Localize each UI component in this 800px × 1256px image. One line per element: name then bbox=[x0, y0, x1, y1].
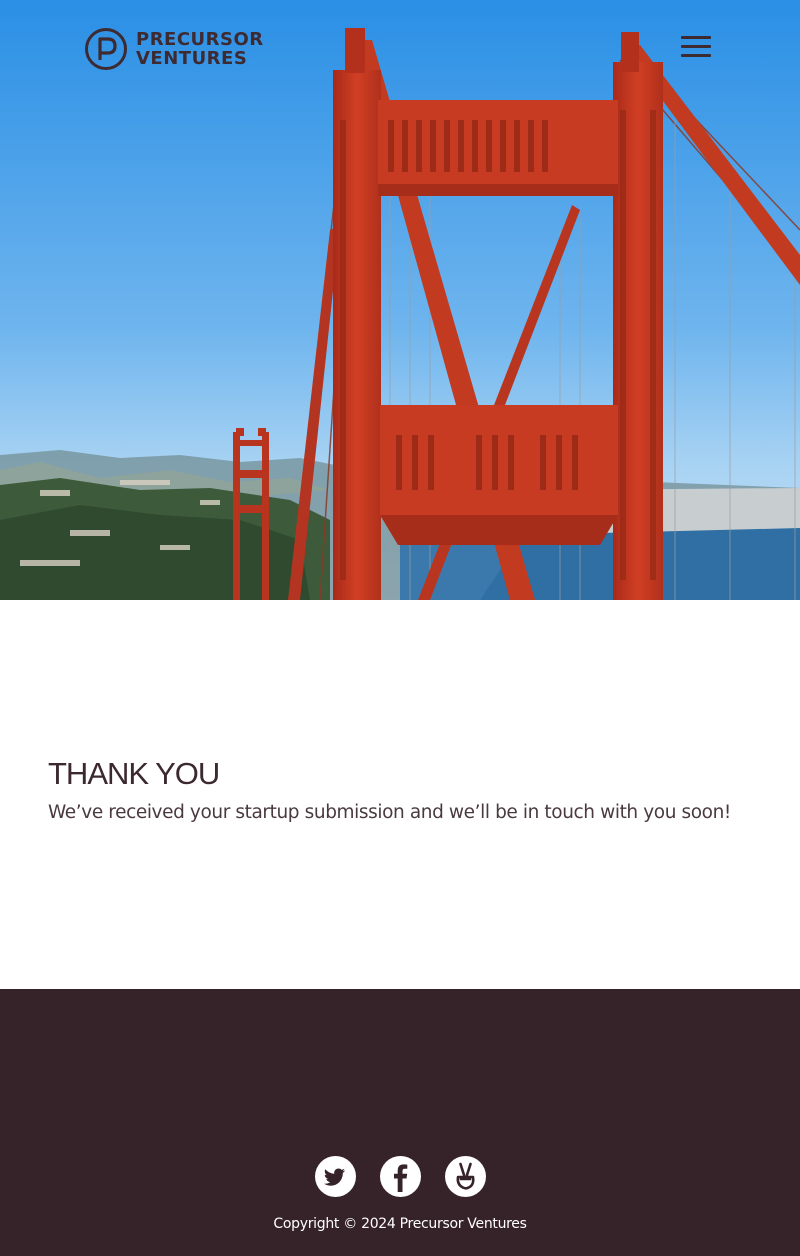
confirmation-message: We’ve received your startup submission a… bbox=[48, 802, 731, 823]
menu-bar bbox=[681, 54, 711, 57]
hero-banner: PRECURSOR VENTURES bbox=[0, 0, 800, 600]
logo-line-1: PRECURSOR bbox=[136, 29, 264, 50]
hamburger-menu-icon[interactable] bbox=[678, 32, 714, 62]
logo-line-2: VENTURES bbox=[136, 48, 248, 69]
social-links bbox=[0, 1156, 800, 1197]
thank-you-section: THANK YOU We’ve received your startup su… bbox=[48, 755, 768, 826]
logo-wordmark: PRECURSOR VENTURES bbox=[136, 30, 264, 68]
copyright-text: Copyright © 2024 Precursor Ventures bbox=[273, 1216, 527, 1232]
menu-bar bbox=[681, 45, 711, 48]
twitter-link[interactable] bbox=[314, 1156, 356, 1197]
facebook-icon bbox=[393, 1164, 407, 1192]
golden-gate-bridge-image bbox=[0, 0, 800, 600]
menu-bar bbox=[681, 36, 711, 39]
page-title: THANK YOU bbox=[48, 756, 220, 791]
angellist-icon bbox=[456, 1162, 475, 1190]
facebook-link[interactable] bbox=[379, 1156, 421, 1197]
precursor-logo-icon bbox=[85, 28, 127, 70]
twitter-icon bbox=[323, 1168, 345, 1186]
angellist-link[interactable] bbox=[444, 1156, 486, 1197]
logo-link[interactable]: PRECURSOR VENTURES bbox=[84, 27, 264, 71]
site-footer: Copyright © 2024 Precursor Ventures bbox=[0, 989, 800, 1256]
